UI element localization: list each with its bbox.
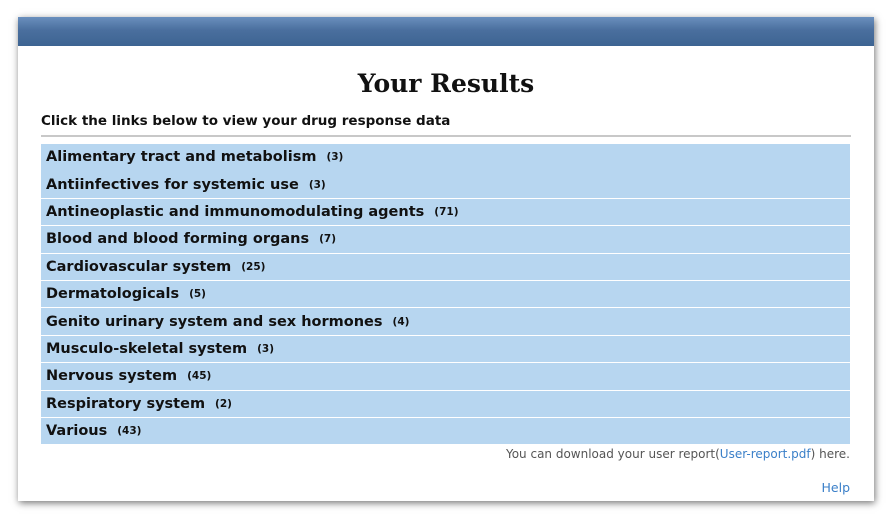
category-count: (45) [187,370,212,383]
divider [41,135,851,137]
category-name: Dermatologicals [46,286,180,303]
category-count: (3) [257,342,275,355]
category-name: Various [46,423,108,440]
category-name: Genito urinary system and sex hormones [46,313,383,330]
category-count: (43) [117,425,142,438]
category-count: (71) [434,206,459,219]
help-link[interactable]: Help [822,480,851,495]
category-count: (4) [392,315,410,328]
help-area: Help [822,480,851,495]
category-link-blood[interactable]: Blood and blood forming organs (7) [41,226,850,253]
results-panel: Your Results Click the links below to vi… [18,17,874,501]
category-count: (3) [308,178,326,191]
header-bar [18,17,874,46]
category-name: Respiratory system [46,395,206,412]
category-name: Antineoplastic and immunomodulating agen… [46,204,425,221]
category-link-antiinfectives[interactable]: Antiinfectives for systemic use (3) [41,171,850,198]
category-link-various[interactable]: Various (43) [41,417,850,445]
category-count: (2) [215,397,232,410]
category-link-respiratory[interactable]: Respiratory system (2) [41,390,850,418]
download-prefix: You can download your user report( [505,447,720,461]
category-link-genito-urinary[interactable]: Genito urinary system and sex hormones (… [41,308,850,335]
category-name: Blood and blood forming organs [46,231,310,248]
category-name: Cardiovascular system [46,258,232,275]
category-link-cardiovascular[interactable]: Cardiovascular system (25) [41,253,850,281]
category-link-dermatologicals[interactable]: Dermatologicals (5) [41,280,850,308]
category-name: Nervous system [46,368,178,385]
category-list: Alimentary tract and metabolism (3) Anti… [41,144,850,445]
category-count: (5) [189,288,206,301]
category-count: (3) [326,151,344,164]
category-count: (7) [319,233,336,246]
category-link-nervous[interactable]: Nervous system (45) [41,363,850,390]
category-name: Antiinfectives for systemic use [46,176,299,193]
category-link-antineoplastic[interactable]: Antineoplastic and immunomodulating agen… [41,198,850,226]
download-suffix: ) here. [810,447,850,461]
instruction-text: Click the links below to view your drug … [41,113,451,129]
category-link-alimentary[interactable]: Alimentary tract and metabolism (3) [41,144,850,171]
category-link-musculo-skeletal[interactable]: Musculo-skeletal system (3) [41,335,850,363]
category-count: (25) [241,260,266,273]
page-title: Your Results [357,69,535,98]
download-note: You can download your user report(User-r… [506,447,850,461]
category-name: Alimentary tract and metabolism [46,149,317,166]
user-report-link[interactable]: User-report.pdf [720,447,811,461]
category-name: Musculo-skeletal system [46,340,248,357]
